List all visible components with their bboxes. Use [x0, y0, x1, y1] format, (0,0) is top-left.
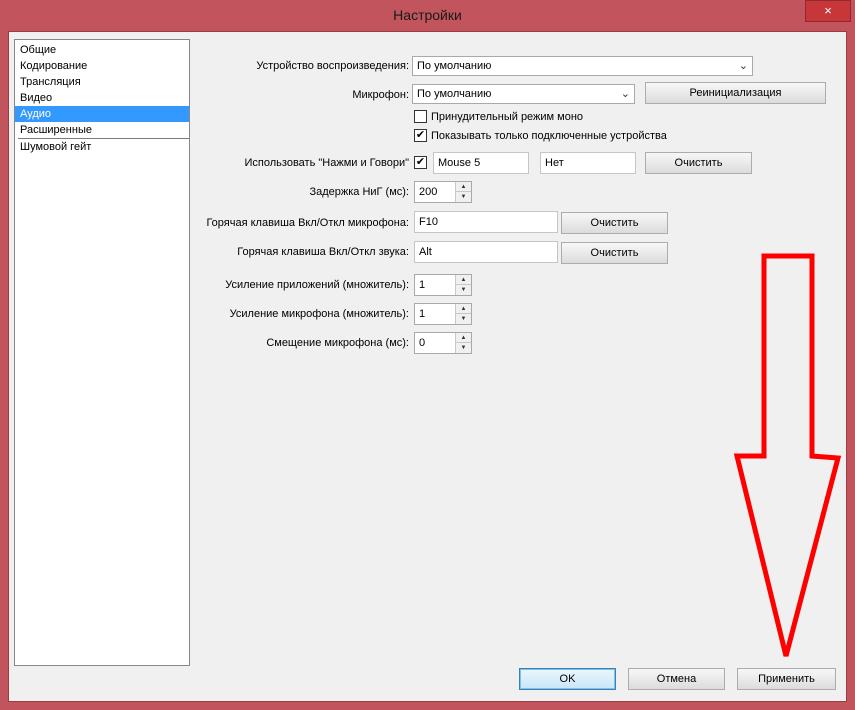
app-gain-label: Усиление приложений (множитель): [225, 279, 409, 291]
app-gain-value: 1 [419, 279, 426, 291]
nav-item-general[interactable]: Общие [15, 42, 189, 58]
force-mono-label: Принудительный режим моно [431, 111, 584, 123]
spin-down-icon[interactable]: ▼ [456, 192, 471, 202]
force-mono-checkbox[interactable] [414, 110, 427, 123]
spin-down-icon[interactable]: ▼ [456, 343, 471, 353]
chevron-down-icon: ⌄ [738, 60, 748, 72]
ptt-delay-value: 200 [419, 186, 438, 198]
push-to-talk-hotkey-2[interactable]: Нет [540, 152, 636, 174]
spin-up-icon[interactable]: ▲ [456, 275, 471, 285]
mic-hotkey-input[interactable]: F10 [414, 211, 558, 233]
sound-hotkey-clear-button[interactable]: Очистить [561, 242, 668, 264]
mic-gain-label: Усиление микрофона (множитель): [229, 308, 409, 320]
push-to-talk-label: Использовать "Нажми и Говори" [244, 157, 409, 169]
spin-buttons: ▲ ▼ [455, 182, 471, 202]
app-gain-spinbox[interactable]: 1 ▲ ▼ [414, 274, 472, 296]
spin-buttons: ▲ ▼ [455, 333, 471, 353]
checkmark-icon: ✔ [415, 156, 426, 168]
nav-item-encoding[interactable]: Кодирование [15, 58, 189, 74]
mic-offset-spinbox[interactable]: 0 ▲ ▼ [414, 332, 472, 354]
spin-down-icon[interactable]: ▼ [456, 314, 471, 324]
chevron-down-icon: ⌄ [620, 88, 630, 100]
nav-item-video[interactable]: Видео [15, 90, 189, 106]
nav-item-noise-gate[interactable]: Шумовой гейт [15, 139, 189, 155]
checkmark-icon: ✔ [415, 129, 426, 141]
title-bar[interactable]: Настройки × [0, 0, 855, 30]
mic-offset-label: Смещение микрофона (мс): [266, 337, 409, 349]
mic-hotkey-clear-button[interactable]: Очистить [561, 212, 668, 234]
show-connected-checkbox[interactable]: ✔ [414, 129, 427, 142]
spin-up-icon[interactable]: ▲ [456, 333, 471, 343]
mic-gain-spinbox[interactable]: 1 ▲ ▼ [414, 303, 472, 325]
mic-offset-value: 0 [419, 337, 426, 349]
sound-hotkey-label: Горячая клавиша Вкл/Откл звука: [237, 246, 409, 258]
mic-gain-value: 1 [419, 308, 426, 320]
nav-item-advanced[interactable]: Расширенные [15, 122, 189, 138]
push-to-talk-hotkey-1[interactable]: Mouse 5 [433, 152, 529, 174]
spin-buttons: ▲ ▼ [455, 275, 471, 295]
push-to-talk-clear-button[interactable]: Очистить [645, 152, 752, 174]
spin-up-icon[interactable]: ▲ [456, 304, 471, 314]
settings-window: Настройки × Общие Кодирование Трансляция… [0, 0, 855, 710]
push-to-talk-checkbox[interactable]: ✔ [414, 156, 427, 169]
spin-buttons: ▲ ▼ [455, 304, 471, 324]
close-icon: × [824, 3, 832, 18]
sound-hotkey-input[interactable]: Alt [414, 241, 558, 263]
microphone-value: По умолчанию [417, 88, 492, 100]
dialog-client-area: Общие Кодирование Трансляция Видео Аудио… [8, 31, 847, 702]
cancel-button[interactable]: Отмена [628, 668, 725, 690]
nav-item-audio[interactable]: Аудио [15, 106, 189, 122]
close-button[interactable]: × [805, 0, 851, 22]
nav-item-broadcast[interactable]: Трансляция [15, 74, 189, 90]
settings-category-list[interactable]: Общие Кодирование Трансляция Видео Аудио… [14, 39, 190, 666]
playback-device-value: По умолчанию [417, 60, 492, 72]
show-connected-label: Показывать только подключенные устройств… [431, 130, 667, 142]
microphone-label: Микрофон: [352, 89, 409, 101]
spin-up-icon[interactable]: ▲ [456, 182, 471, 192]
spin-down-icon[interactable]: ▼ [456, 285, 471, 295]
playback-device-select[interactable]: По умолчанию ⌄ [412, 56, 753, 76]
reinitialize-button[interactable]: Реинициализация [645, 82, 826, 104]
microphone-select[interactable]: По умолчанию ⌄ [412, 84, 635, 104]
window-title: Настройки [393, 7, 462, 23]
ok-button[interactable]: OK [519, 668, 616, 690]
playback-device-label: Устройство воспроизведения: [256, 60, 409, 72]
mic-hotkey-label: Горячая клавиша Вкл/Откл микрофона: [206, 217, 409, 229]
ptt-delay-label: Задержка НиГ (мс): [309, 186, 409, 198]
ptt-delay-spinbox[interactable]: 200 ▲ ▼ [414, 181, 472, 203]
apply-button[interactable]: Применить [737, 668, 836, 690]
